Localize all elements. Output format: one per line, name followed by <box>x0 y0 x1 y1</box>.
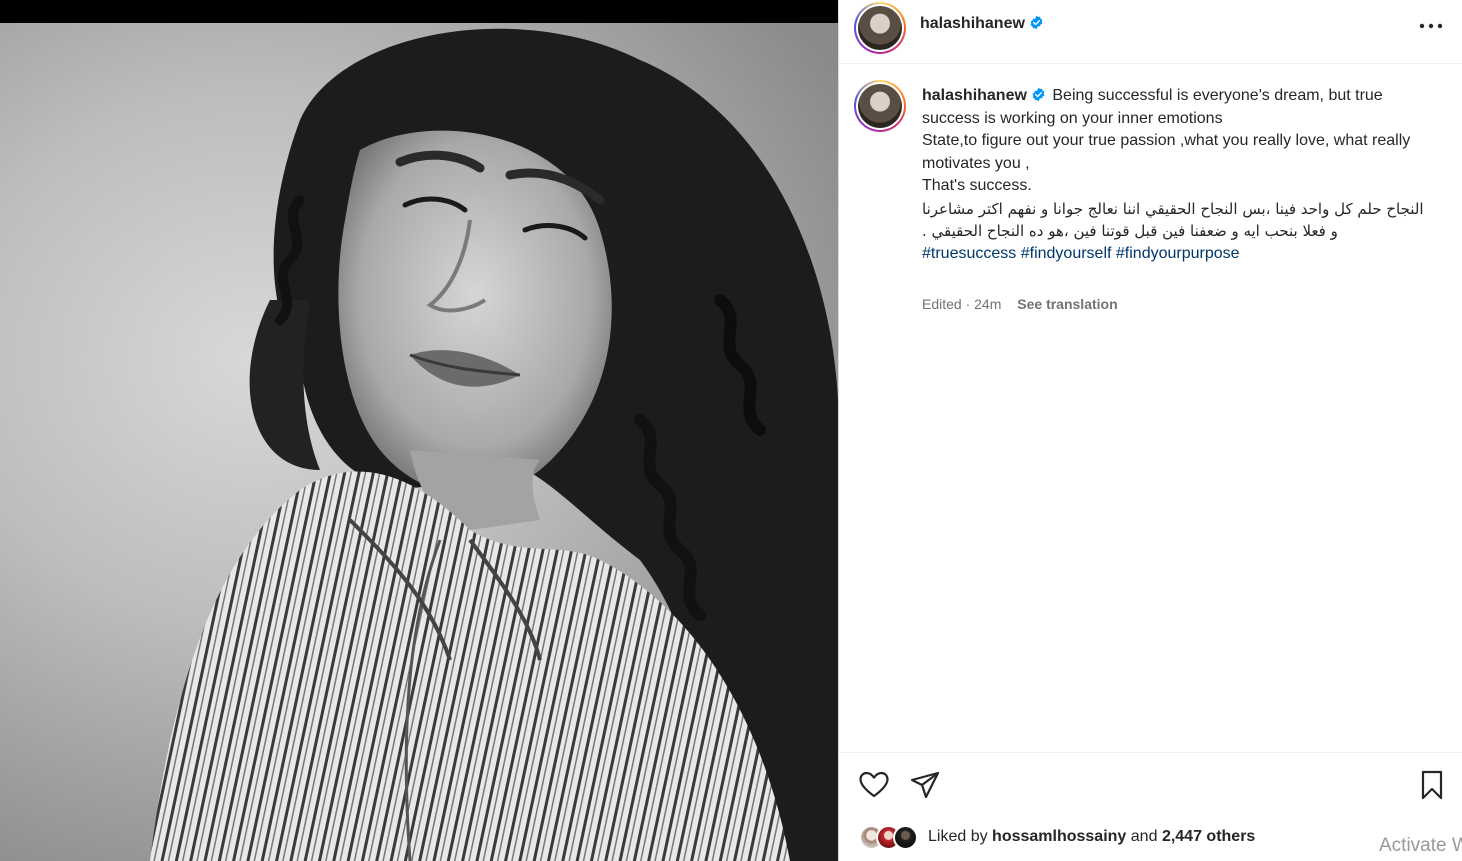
author-avatar[interactable] <box>854 2 906 54</box>
post-header: halashihanew <box>839 0 1462 64</box>
caption-author-avatar[interactable] <box>854 80 906 132</box>
hashtag-link[interactable]: #findyourself <box>1021 245 1112 262</box>
post-side-panel: halashihanew halashihanew Being successf… <box>838 0 1462 861</box>
edited-timestamp: Edited · 24m <box>922 296 1002 312</box>
caption-line: State,to figure out your true passion ,w… <box>922 132 1411 172</box>
caption-line: That's success. <box>922 177 1032 194</box>
caption-section: halashihanew Being successful is everyon… <box>839 64 1462 752</box>
bookmark-icon <box>1421 770 1443 800</box>
like-button[interactable] <box>858 769 890 801</box>
heart-icon <box>859 771 889 798</box>
username-text[interactable]: halashihanew <box>920 15 1025 32</box>
save-button[interactable] <box>1416 769 1448 801</box>
share-icon <box>910 771 940 799</box>
likes-conjunction: and <box>1130 828 1158 845</box>
more-options-icon <box>1419 23 1443 29</box>
likes-summary: Liked by hossamlhossainy and 2,447 other… <box>859 822 1255 852</box>
portrait-illustration <box>150 28 838 861</box>
share-button[interactable] <box>909 769 941 801</box>
more-options-button[interactable] <box>1417 14 1445 38</box>
liker-username-link[interactable]: hossamlhossainy <box>992 828 1126 845</box>
hashtag-link[interactable]: #truesuccess <box>922 245 1016 262</box>
caption-username[interactable]: halashihanew <box>922 87 1046 104</box>
post-media[interactable] <box>0 0 838 861</box>
see-translation-link[interactable]: See translation <box>1017 296 1117 312</box>
hashtag-list: #truesuccess #findyourself #findyourpurp… <box>922 243 1434 266</box>
likes-text: Liked by hossamlhossainy and 2,447 other… <box>928 828 1255 846</box>
caption-arabic: النجاح حلم كل واحد فينا ،بس النجاح الحقي… <box>922 199 1424 241</box>
likes-others-link[interactable]: 2,447 others <box>1162 828 1255 845</box>
post-actions: Liked by hossamlhossainy and 2,447 other… <box>839 752 1462 861</box>
likes-prefix: Liked by <box>928 828 988 845</box>
activation-watermark: Activate Windows <box>1379 835 1462 856</box>
verified-badge-icon <box>1032 87 1045 102</box>
author-username-header[interactable]: halashihanew <box>920 15 1044 33</box>
verified-badge-icon <box>1030 15 1043 30</box>
caption-meta: Edited · 24m See translation <box>922 296 1118 312</box>
liker-avatar[interactable] <box>893 824 918 850</box>
post-caption: halashihanew Being successful is everyon… <box>922 85 1434 265</box>
hashtag-link[interactable]: #findyourpurpose <box>1116 245 1240 262</box>
